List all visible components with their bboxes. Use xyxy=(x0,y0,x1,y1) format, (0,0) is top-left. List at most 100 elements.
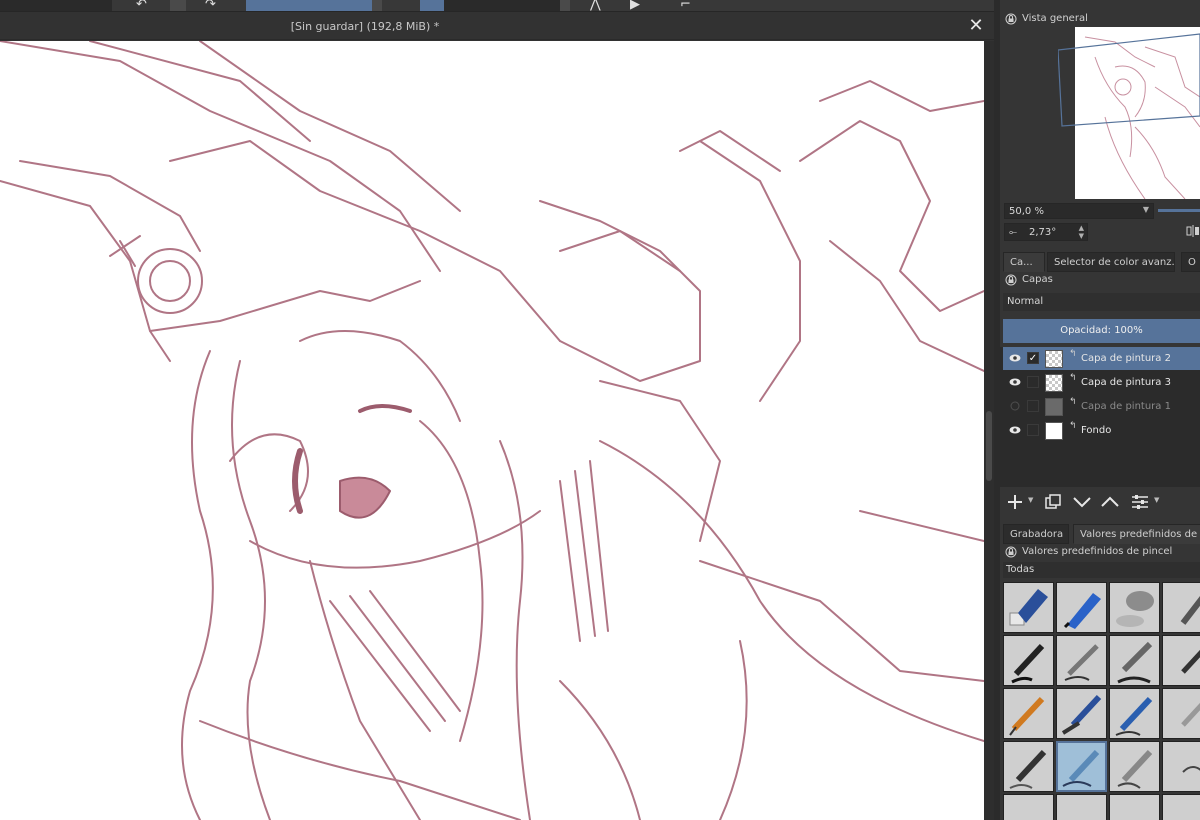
zoom-combobox[interactable]: 50,0 % ▼ xyxy=(1004,203,1154,219)
scrollbar-thumb[interactable] xyxy=(986,411,992,481)
ink-pen-icon xyxy=(1011,643,1045,684)
layers-list: ✓ ↰ Capa de pintura 2 ↰ Capa de pintura … xyxy=(1000,347,1200,487)
layer-properties-icon[interactable]: ↰ xyxy=(1069,373,1077,383)
mirror-view-icon[interactable] xyxy=(1186,224,1200,238)
brush-calligraphy[interactable] xyxy=(1162,635,1200,686)
crop-icon[interactable]: ⌐ xyxy=(680,0,691,11)
brush-pencil-orange[interactable] xyxy=(1003,688,1054,739)
rotate-brush-icon xyxy=(1182,766,1200,773)
charcoal-icon xyxy=(1061,694,1102,735)
move-layer-down-icon[interactable] xyxy=(1072,493,1092,511)
redo-icon[interactable]: ↷ xyxy=(205,0,216,11)
eye-closed-icon[interactable] xyxy=(1009,401,1021,411)
undo-icon[interactable]: ↶ xyxy=(136,0,147,11)
zoom-slider[interactable] xyxy=(1158,209,1200,212)
pencil-icon xyxy=(1117,749,1153,789)
size-slider[interactable] xyxy=(444,0,560,11)
brush-smudge[interactable] xyxy=(1162,688,1200,739)
calligraphy-icon xyxy=(1181,649,1200,674)
brush-fineliner[interactable] xyxy=(1056,635,1107,686)
sketch-artwork xyxy=(0,41,984,820)
lock-icon[interactable] xyxy=(1005,546,1017,558)
duplicate-layer-icon[interactable] xyxy=(1044,493,1062,511)
layer-name: Fondo xyxy=(1081,425,1112,436)
add-layer-icon[interactable] xyxy=(1006,493,1024,511)
play-icon[interactable]: ▶ xyxy=(630,0,640,11)
tab-layers[interactable]: Ca... xyxy=(1003,252,1045,272)
brush-preset[interactable] xyxy=(1056,794,1107,820)
blend-mode-select[interactable]: Normal xyxy=(1003,293,1200,311)
layer-properties-icon[interactable]: ↰ xyxy=(1069,397,1077,407)
tab-other[interactable]: O xyxy=(1181,252,1200,272)
zoom-value: 50,0 % xyxy=(1009,206,1044,217)
brush-presets-header: Valores predefinidos de pincel xyxy=(1000,544,1200,560)
brush-airbrush[interactable] xyxy=(1109,582,1160,633)
layer-thumbnail xyxy=(1045,350,1063,368)
eye-icon[interactable] xyxy=(1009,353,1021,363)
tab-recorder[interactable]: Grabadora xyxy=(1003,524,1069,544)
eraser-icon xyxy=(1009,589,1048,626)
layer-properties-sliders-icon[interactable] xyxy=(1130,493,1150,511)
overview-viewport-frame[interactable] xyxy=(1058,28,1200,128)
layer-checkbox[interactable]: ✓ xyxy=(1027,352,1039,364)
opacity-spinner[interactable] xyxy=(372,0,382,11)
pencil-icon xyxy=(1009,749,1047,789)
drawing-canvas[interactable] xyxy=(0,41,984,820)
lock-icon[interactable] xyxy=(1005,13,1017,25)
rotation-icon: ⟜ xyxy=(1009,227,1017,238)
toolbar-field[interactable] xyxy=(0,0,112,11)
mirror-horizontal-icon[interactable]: ⋀ xyxy=(590,0,601,11)
brush-tag-filter[interactable]: Todas xyxy=(1003,562,1200,578)
rotation-spinbox[interactable]: ⟜ 2,73° ▲ ▼ xyxy=(1004,223,1088,241)
airbrush-icon xyxy=(1116,591,1154,627)
spinner-arrows-icon[interactable]: ▲ ▼ xyxy=(1079,224,1084,240)
right-dock: Vista general 50,0 % ▼ ⟜ 2,73° ▲ ▼ Ca...… xyxy=(1000,0,1200,820)
layer-row[interactable]: ↰ Capa de pintura 3 xyxy=(1003,371,1200,394)
layer-swatch-icon[interactable] xyxy=(170,0,186,11)
move-layer-up-icon[interactable] xyxy=(1100,493,1120,511)
brush-pencil-blue[interactable] xyxy=(1109,688,1160,739)
brush-preset[interactable] xyxy=(1162,794,1200,820)
layer-properties-icon[interactable]: ↰ xyxy=(1069,421,1077,431)
brush-pen-thick[interactable] xyxy=(1109,635,1160,686)
opacity-slider[interactable] xyxy=(246,0,372,11)
layer-row[interactable]: ↰ Capa de pintura 1 xyxy=(1003,395,1200,418)
chevron-down-icon[interactable]: ▼ xyxy=(1154,496,1159,504)
size-slider-fill[interactable] xyxy=(420,0,444,11)
layer-checkbox[interactable] xyxy=(1027,400,1039,412)
layer-thumbnail xyxy=(1045,398,1063,416)
fineliner-icon xyxy=(1064,644,1099,681)
pencil-icon xyxy=(1115,696,1153,736)
brush-marker[interactable] xyxy=(1056,582,1107,633)
close-icon[interactable]: ✕ xyxy=(966,16,986,36)
layer-row[interactable]: ✓ ↰ Capa de pintura 2 xyxy=(1003,347,1200,370)
chevron-down-icon[interactable]: ▼ xyxy=(1028,496,1033,504)
eye-icon[interactable] xyxy=(1009,377,1021,387)
layer-properties-icon[interactable]: ↰ xyxy=(1069,349,1077,359)
brush-eraser[interactable] xyxy=(1003,582,1054,633)
pen-icon xyxy=(1117,641,1153,684)
layer-checkbox[interactable] xyxy=(1027,376,1039,388)
tab-advanced-color-selector[interactable]: Selector de color avanz... xyxy=(1047,252,1175,272)
docker-grip[interactable] xyxy=(1154,518,1168,528)
brush-pencil-dark[interactable] xyxy=(1003,741,1054,792)
eye-icon[interactable] xyxy=(1009,425,1021,435)
lock-icon[interactable] xyxy=(1005,274,1017,286)
document-tab[interactable]: [Sin guardar] (192,8 MiB) * ✕ xyxy=(0,13,994,40)
layer-row[interactable]: ↰ Fondo xyxy=(1003,419,1200,442)
tab-brush-presets[interactable]: Valores predefinidos de p xyxy=(1073,524,1200,544)
layer-checkbox[interactable] xyxy=(1027,424,1039,436)
layer-opacity-slider[interactable]: Opacidad: 100% xyxy=(1003,319,1200,343)
brush-pencil-gray[interactable] xyxy=(1109,741,1160,792)
size-spinner[interactable] xyxy=(560,0,570,11)
docker-grip[interactable] xyxy=(1154,245,1168,255)
brush-charcoal[interactable] xyxy=(1056,688,1107,739)
brush-preset[interactable] xyxy=(1003,794,1054,820)
brush-preset[interactable] xyxy=(1109,794,1160,820)
brush-pencil-selected[interactable] xyxy=(1056,741,1107,792)
brush-ink-pen[interactable] xyxy=(1003,635,1054,686)
canvas-vertical-scrollbar[interactable] xyxy=(984,41,994,820)
brush-blender[interactable] xyxy=(1162,582,1200,633)
layer-thumbnail xyxy=(1045,422,1063,440)
brush-rotate[interactable] xyxy=(1162,741,1200,792)
